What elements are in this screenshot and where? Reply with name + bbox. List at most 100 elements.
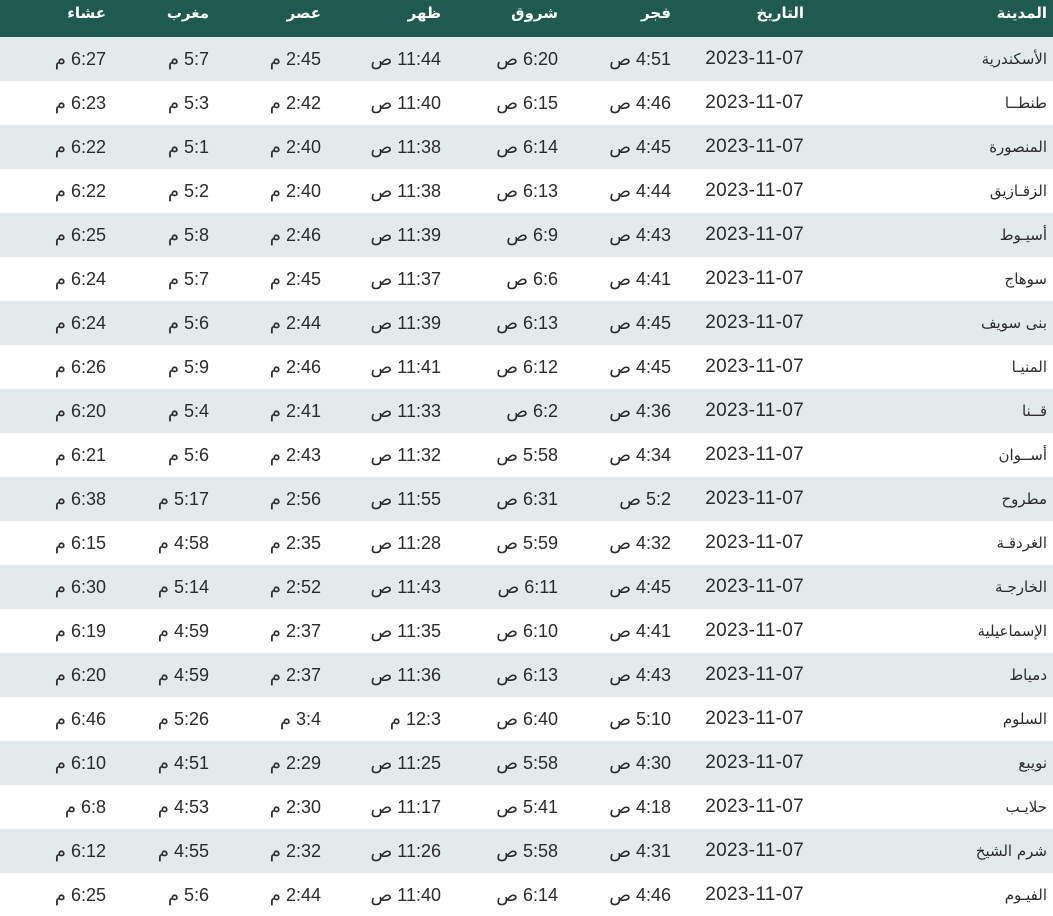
cell-date: 2023-11-07 bbox=[705, 796, 804, 817]
cell-date: 2023-11-07 bbox=[705, 576, 804, 597]
cell-maghrib: 5:7 م bbox=[167, 48, 209, 69]
cell-sunrise: 5:58 ص bbox=[496, 840, 558, 861]
cell-date: 2023-11-07 bbox=[705, 180, 804, 201]
table-row: الفيـوم 2023-11-07 4:46 ص 6:14 ص 11:40 ص 2:44… bbox=[0, 873, 1053, 916]
cell-fajr: 4:32 ص bbox=[609, 532, 671, 553]
cell-maghrib: 4:53 م bbox=[157, 796, 209, 817]
cell-city: المنيـا bbox=[1011, 358, 1047, 376]
table-row: المنيـا 2023-11-07 4:45 ص 6:12 ص 11:41 ص 2:46… bbox=[0, 345, 1053, 389]
cell-asr: 2:29 م bbox=[269, 752, 321, 773]
cell-maghrib: 5:6 م bbox=[167, 884, 209, 905]
table-row: قــنا 2023-11-07 4:36 ص 6:2 ص 11:33 ص 2:41 م 5… bbox=[0, 389, 1053, 433]
cell-sunrise: 6:14 ص bbox=[496, 136, 558, 157]
table-row: المنصورة 2023-11-07 4:45 ص 6:14 ص 11:38 ص 2:4… bbox=[0, 125, 1053, 169]
cell-sunrise: 6:6 ص bbox=[506, 268, 558, 289]
cell-date: 2023-11-07 bbox=[705, 48, 804, 69]
cell-maghrib: 4:51 م bbox=[157, 752, 209, 773]
cell-city: المنصورة bbox=[989, 138, 1047, 156]
cell-date: 2023-11-07 bbox=[705, 752, 804, 773]
cell-dhuhr: 11:40 ص bbox=[370, 92, 441, 113]
cell-asr: 2:30 م bbox=[269, 796, 321, 817]
cell-date: 2023-11-07 bbox=[705, 708, 804, 729]
cell-date: 2023-11-07 bbox=[705, 400, 804, 421]
table-row: بنى سويف 2023-11-07 4:45 ص 6:13 ص 11:39 ص 2:4… bbox=[0, 301, 1053, 345]
cell-dhuhr: 11:44 ص bbox=[370, 48, 441, 69]
cell-maghrib: 5:4 م bbox=[167, 400, 209, 421]
cell-fajr: 4:46 ص bbox=[609, 884, 671, 905]
table-row: شرم الشيخ 2023-11-07 4:31 ص 5:58 ص 11:26 ص 2:… bbox=[0, 829, 1053, 873]
cell-date: 2023-11-07 bbox=[705, 884, 804, 905]
cell-sunrise: 6:11 ص bbox=[497, 576, 558, 597]
cell-dhuhr: 11:28 ص bbox=[370, 532, 441, 553]
cell-maghrib: 4:59 م bbox=[157, 664, 209, 685]
cell-isha: 6:25 م bbox=[54, 224, 106, 245]
cell-city: قــنا bbox=[1021, 402, 1047, 420]
cell-isha: 6:46 م bbox=[54, 708, 106, 729]
table-row: سوهاج 2023-11-07 4:41 ص 6:6 ص 11:37 ص 2:45 م 5… bbox=[0, 257, 1053, 301]
cell-maghrib: 5:26 م bbox=[157, 708, 209, 729]
cell-fajr: 4:43 ص bbox=[609, 664, 671, 685]
table-row: حلايـب 2023-11-07 4:18 ص 5:41 ص 11:17 ص 2:30 … bbox=[0, 785, 1053, 829]
cell-city: طنطــا bbox=[1004, 94, 1047, 112]
cell-sunrise: 5:58 ص bbox=[496, 444, 558, 465]
table-row: الخارجـة 2023-11-07 4:45 ص 6:11 ص 11:43 ص 2:5… bbox=[0, 565, 1053, 609]
cell-asr: 2:40 م bbox=[269, 136, 321, 157]
table-row: نويبع 2023-11-07 4:30 ص 5:58 ص 11:25 ص 2:29 م… bbox=[0, 741, 1053, 785]
cell-sunrise: 5:41 ص bbox=[496, 796, 558, 817]
cell-isha: 6:20 م bbox=[54, 400, 106, 421]
cell-asr: 2:46 م bbox=[269, 224, 321, 245]
table-row: أسيـوط 2023-11-07 4:43 ص 6:9 ص 11:39 ص 2:46 م… bbox=[0, 213, 1053, 257]
cell-isha: 6:20 م bbox=[54, 664, 106, 685]
cell-date: 2023-11-07 bbox=[705, 444, 804, 465]
table-row: الأسكندرية 2023-11-07 4:51 ص 6:20 ص 11:44 ص 2… bbox=[0, 37, 1053, 81]
cell-dhuhr: 11:26 ص bbox=[370, 840, 441, 861]
cell-isha: 6:10 م bbox=[54, 752, 106, 773]
cell-maghrib: 4:58 م bbox=[157, 532, 209, 553]
cell-dhuhr: 11:25 ص bbox=[370, 752, 441, 773]
cell-asr: 2:41 م bbox=[269, 400, 321, 421]
cell-maghrib: 5:17 م bbox=[157, 488, 209, 509]
cell-asr: 2:43 م bbox=[269, 444, 321, 465]
cell-date: 2023-11-07 bbox=[705, 488, 804, 509]
cell-isha: 6:27 م bbox=[54, 48, 106, 69]
cell-fajr: 4:51 ص bbox=[609, 48, 671, 69]
cell-fajr: 4:41 ص bbox=[609, 620, 671, 641]
cell-fajr: 4:43 ص bbox=[609, 224, 671, 245]
cell-date: 2023-11-07 bbox=[705, 312, 804, 333]
cell-dhuhr: 11:33 ص bbox=[370, 400, 441, 421]
cell-fajr: 4:46 ص bbox=[609, 92, 671, 113]
header-dhuhr: ظهر bbox=[407, 4, 441, 22]
cell-asr: 2:44 م bbox=[269, 884, 321, 905]
cell-sunrise: 6:13 ص bbox=[496, 664, 558, 685]
table-row: الغردقـة 2023-11-07 4:32 ص 5:59 ص 11:28 ص 2:3… bbox=[0, 521, 1053, 565]
cell-maghrib: 5:1 م bbox=[167, 136, 209, 157]
cell-date: 2023-11-07 bbox=[705, 224, 804, 245]
cell-city: نويبع bbox=[1018, 754, 1047, 772]
cell-maghrib: 5:9 م bbox=[167, 356, 209, 377]
cell-city: الغردقـة bbox=[996, 534, 1047, 552]
cell-dhuhr: 11:32 ص bbox=[370, 444, 441, 465]
cell-dhuhr: 11:37 ص bbox=[370, 268, 441, 289]
cell-city: حلايـب bbox=[1005, 798, 1047, 816]
cell-maghrib: 5:6 م bbox=[167, 444, 209, 465]
cell-fajr: 4:45 ص bbox=[609, 576, 671, 597]
cell-sunrise: 6:14 ص bbox=[496, 884, 558, 905]
cell-fajr: 4:45 ص bbox=[609, 356, 671, 377]
cell-asr: 2:40 م bbox=[269, 180, 321, 201]
cell-fajr: 5:10 ص bbox=[609, 708, 671, 729]
table-row: مطروح 2023-11-07 5:2 ص 6:31 ص 11:55 ص 2:56 م 5… bbox=[0, 477, 1053, 521]
cell-dhuhr: 11:43 ص bbox=[370, 576, 441, 597]
cell-sunrise: 6:13 ص bbox=[496, 312, 558, 333]
cell-fajr: 4:31 ص bbox=[609, 840, 671, 861]
table-body: الأسكندرية 2023-11-07 4:51 ص 6:20 ص 11:44 ص 2… bbox=[0, 37, 1053, 916]
cell-date: 2023-11-07 bbox=[705, 92, 804, 113]
cell-isha: 6:12 م bbox=[54, 840, 106, 861]
cell-fajr: 4:41 ص bbox=[609, 268, 671, 289]
cell-dhuhr: 11:39 ص bbox=[370, 224, 441, 245]
cell-isha: 6:26 م bbox=[54, 356, 106, 377]
cell-city: دمياط bbox=[1009, 666, 1047, 684]
cell-isha: 6:19 م bbox=[54, 620, 106, 641]
cell-sunrise: 6:12 ص bbox=[496, 356, 558, 377]
header-row: المدينة التاريخ فجر شروق ظهر عصر مغرب عش… bbox=[0, 0, 1053, 37]
table-row: السلوم 2023-11-07 5:10 ص 6:40 ص 12:3 م 3:4 م 5… bbox=[0, 697, 1053, 741]
